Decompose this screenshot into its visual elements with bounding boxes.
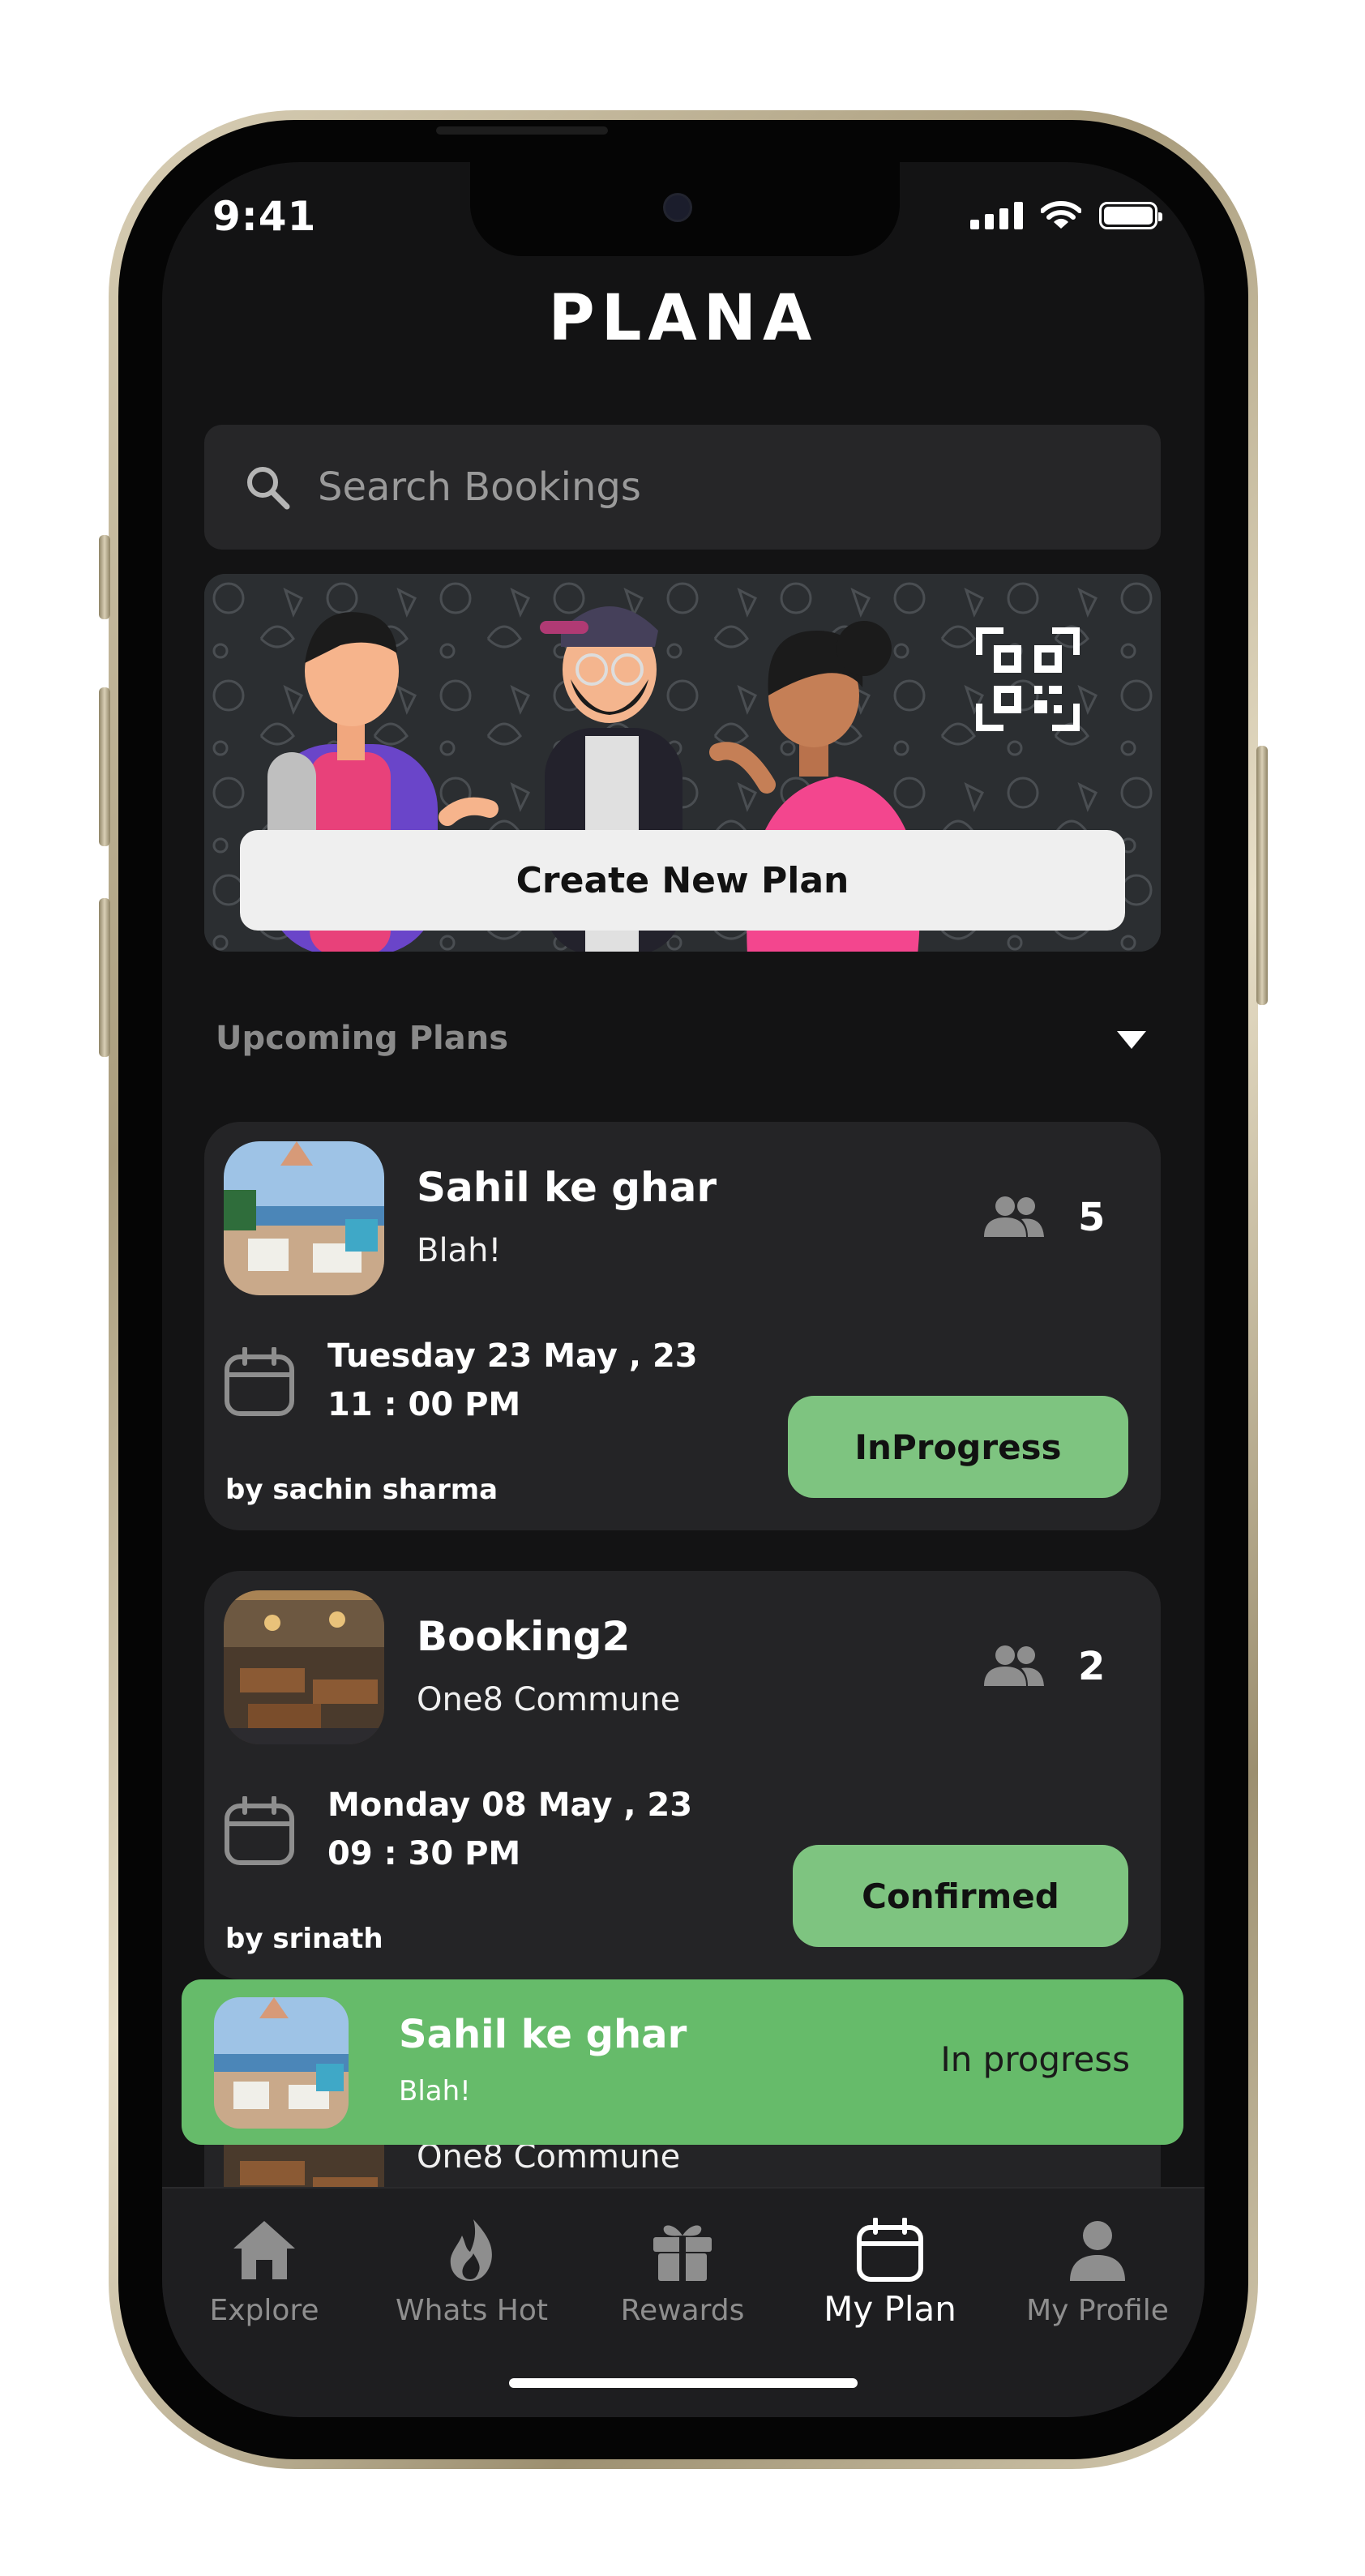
gift-icon bbox=[653, 2225, 712, 2281]
search-bar[interactable] bbox=[204, 425, 1161, 550]
status-toast[interactable]: Sahil ke ghar Blah! In progress bbox=[182, 1979, 1183, 2145]
tab-label: My Plan bbox=[824, 2289, 956, 2329]
notch bbox=[470, 162, 900, 256]
status-badge[interactable]: Confirmed bbox=[793, 1845, 1128, 1947]
chevron-down-icon[interactable] bbox=[1117, 1031, 1146, 1049]
calendar-icon bbox=[857, 2218, 923, 2282]
search-icon bbox=[247, 467, 290, 510]
tab-my-profile[interactable]: My Profile bbox=[1000, 2218, 1195, 2327]
create-new-plan-button[interactable]: Create New Plan bbox=[240, 830, 1125, 931]
volume-down-button bbox=[99, 898, 110, 1057]
plan-author: by srinath bbox=[225, 1923, 383, 1955]
home-indicator[interactable] bbox=[509, 2378, 858, 2388]
person-icon bbox=[1070, 2221, 1125, 2281]
plan-author: by sachin sharma bbox=[225, 1474, 499, 1506]
tab-label: Explore bbox=[209, 2294, 319, 2327]
plan-subtitle: Blah! bbox=[417, 1232, 502, 1269]
flame-icon bbox=[450, 2219, 492, 2281]
signal-icon bbox=[970, 202, 1023, 229]
people-icon bbox=[984, 1645, 1044, 1686]
power-button bbox=[1256, 746, 1268, 1005]
speaker-grille bbox=[436, 126, 608, 135]
tab-label: Whats Hot bbox=[396, 2294, 548, 2327]
status-icons bbox=[970, 201, 1162, 230]
tab-whats-hot[interactable]: Whats Hot bbox=[374, 2218, 569, 2327]
toast-status: In progress bbox=[940, 2039, 1130, 2079]
battery-icon bbox=[1099, 202, 1162, 229]
status-time: 9:41 bbox=[212, 193, 317, 240]
people-count: 5 bbox=[1078, 1195, 1106, 1240]
volume-up-button bbox=[99, 687, 110, 846]
tab-explore[interactable]: Explore bbox=[167, 2218, 362, 2327]
plan-title: Booking2 bbox=[417, 1613, 631, 1660]
toast-title: Sahil ke ghar bbox=[399, 2012, 687, 2057]
plan-time: 11 : 00 PM bbox=[327, 1386, 521, 1423]
create-plan-banner: Create New Plan bbox=[204, 574, 1161, 952]
people-count: 2 bbox=[1078, 1644, 1106, 1689]
tab-rewards[interactable]: Rewards bbox=[585, 2218, 780, 2327]
mute-switch bbox=[99, 535, 110, 619]
home-icon bbox=[233, 2221, 295, 2279]
status-badge[interactable]: InProgress bbox=[788, 1396, 1128, 1498]
people-icon bbox=[984, 1196, 1044, 1237]
tab-label: My Profile bbox=[1026, 2294, 1169, 2327]
wifi-icon bbox=[1041, 201, 1081, 229]
plan-thumbnail bbox=[224, 1141, 384, 1295]
app-screen: 9:41 PLANA Search Bookings Create New Pl… bbox=[162, 162, 1205, 2417]
calendar-icon bbox=[225, 1796, 294, 1865]
plan-time: 09 : 30 PM bbox=[327, 1835, 521, 1872]
tab-label: Rewards bbox=[620, 2294, 745, 2327]
toast-thumbnail bbox=[214, 1997, 349, 2129]
tab-my-plan[interactable]: My Plan bbox=[793, 2218, 987, 2329]
section-title: Upcoming Plans bbox=[216, 1020, 509, 1057]
search-input[interactable] bbox=[316, 464, 1049, 511]
plan-subtitle: One8 Commune bbox=[417, 1681, 681, 1718]
plan-card[interactable]: Sahil ke ghar Blah! 5 Tuesday 23 May , 2… bbox=[204, 1122, 1161, 1530]
plan-date: Monday 08 May , 23 bbox=[327, 1787, 693, 1824]
plan-thumbnail bbox=[224, 1590, 384, 1744]
plan-date: Tuesday 23 May , 23 bbox=[327, 1337, 698, 1375]
app-logo: PLANA bbox=[548, 282, 819, 355]
calendar-icon bbox=[225, 1347, 294, 1416]
plan-card[interactable]: Booking2 One8 Commune 2 Monday 08 May , … bbox=[204, 1571, 1161, 1979]
plan-title: Sahil ke ghar bbox=[417, 1164, 717, 1211]
toast-subtitle: Blah! bbox=[399, 2075, 471, 2107]
camera-icon bbox=[663, 193, 692, 222]
qr-scan-icon[interactable] bbox=[976, 627, 1080, 731]
